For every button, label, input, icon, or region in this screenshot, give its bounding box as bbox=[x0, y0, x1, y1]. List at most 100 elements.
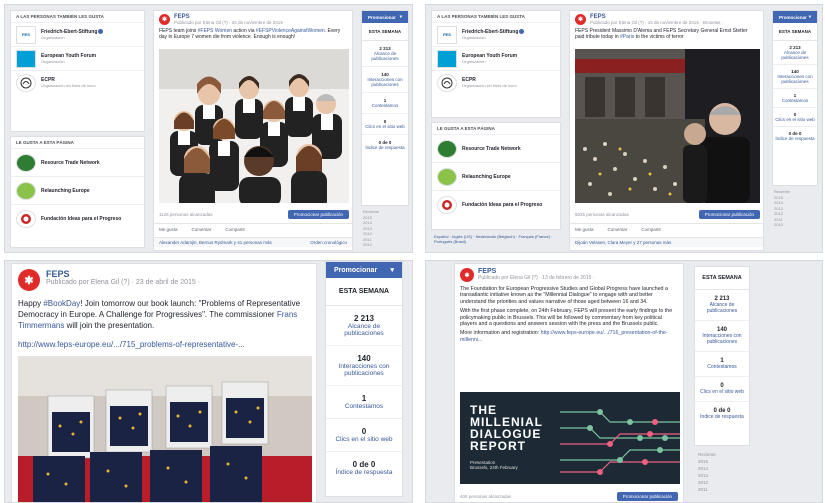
liked-page-item[interactable]: ECPR Organización sin fines de lucro bbox=[11, 70, 144, 94]
timeline-year[interactable]: 2013 bbox=[698, 472, 748, 479]
page-like-item[interactable]: Relaunching Europe bbox=[11, 176, 144, 204]
feps-logo-icon[interactable]: ✱ bbox=[159, 14, 170, 25]
stat-label[interactable]: Clics en el sitio web bbox=[775, 117, 815, 122]
promote-post-button[interactable]: Promocionar publicación bbox=[616, 492, 678, 501]
stat-label[interactable]: Interacciones con publicaciones bbox=[364, 77, 406, 87]
stat-item[interactable]: 0 de 0 Índice de respuesta bbox=[362, 135, 408, 155]
stat-label[interactable]: Índice de respuesta bbox=[775, 136, 815, 141]
stat-label[interactable]: Interacciones con publicaciones bbox=[697, 333, 747, 345]
stat-item[interactable]: 2 213 Alcance de publicaciones bbox=[773, 41, 817, 65]
page-name[interactable]: FEPS bbox=[478, 268, 594, 275]
stat-label[interactable]: Contestamos bbox=[364, 103, 406, 108]
timeline-recent[interactable]: Reciente bbox=[698, 451, 748, 458]
reach-count[interactable]: 1126 personas alcanzadas bbox=[159, 212, 212, 217]
stat-item[interactable]: 0 Clics en el sitio web bbox=[326, 419, 402, 452]
reach-count[interactable]: 406 personas alcanzadas bbox=[460, 494, 511, 499]
timeline-year[interactable]: 2014 bbox=[698, 465, 748, 472]
liked-page-item[interactable]: European Youth Forum Organización bbox=[432, 46, 560, 70]
stat-label[interactable]: Alcance de publicaciones bbox=[364, 51, 406, 61]
comment-button[interactable]: Comentar bbox=[608, 227, 628, 232]
page-name[interactable]: FEPS bbox=[46, 269, 200, 279]
stat-label[interactable]: Alcance de publicaciones bbox=[329, 323, 399, 337]
timeline-year[interactable]: 2015 bbox=[698, 458, 748, 465]
timeline-year[interactable]: 2012 bbox=[698, 479, 748, 486]
stat-label[interactable]: Contestamos bbox=[329, 403, 399, 410]
stat-label[interactable]: Alcance de publicaciones bbox=[775, 50, 815, 60]
reach-count[interactable]: 5025 personas alcanzadas bbox=[575, 212, 629, 217]
hashtag-link[interactable]: #Paris bbox=[620, 34, 634, 40]
stat-item[interactable]: 0 Clics en el sitio web bbox=[362, 114, 408, 135]
page-like-item[interactable]: Fundación Ideas para el Progreso bbox=[11, 204, 144, 232]
timeline-year[interactable]: 2010 bbox=[774, 222, 818, 228]
stat-item[interactable]: 0 Clics en el sitio web bbox=[773, 108, 817, 127]
stat-item[interactable]: 2 213 Alcance de publicaciones bbox=[695, 290, 749, 321]
stat-label[interactable]: Índice de respuesta bbox=[329, 469, 399, 476]
promote-page-button[interactable]: Promocionar ▾ bbox=[773, 11, 817, 23]
stat-label[interactable]: Clics en el sitio web bbox=[697, 389, 747, 395]
books-photo[interactable] bbox=[18, 356, 312, 502]
promote-page-button[interactable]: Promocionar ▾ bbox=[362, 11, 408, 23]
comment-button[interactable]: Comentar bbox=[192, 227, 212, 232]
liked-page-item[interactable]: FES Friedrich-Ebert-Stiftung Organizació… bbox=[432, 22, 560, 46]
language-links[interactable]: Español · Inglés (US) · Nederlands (Belg… bbox=[434, 234, 562, 244]
feps-logo-icon[interactable]: ✱ bbox=[460, 268, 474, 282]
comment-order-dropdown[interactable]: Orden cronológico bbox=[310, 240, 347, 245]
stat-label[interactable]: Interacciones con publicaciones bbox=[775, 74, 815, 84]
hashtag-link[interactable]: #BookDay bbox=[43, 299, 80, 308]
like-button[interactable]: Me gusta bbox=[575, 227, 594, 232]
paris-tribute-photo[interactable] bbox=[575, 49, 760, 203]
page-like-item[interactable]: Fundación Ideas para el Progreso bbox=[432, 190, 560, 218]
stat-item[interactable]: 140 Interacciones con publicaciones bbox=[773, 65, 817, 89]
stat-item[interactable]: 1 Contestamos bbox=[362, 93, 408, 114]
reactions-summary[interactable]: Alexander Adamjin, Bernus Rydmark y 41 p… bbox=[159, 240, 272, 245]
stat-item[interactable]: 0 de 0 Índice de respuesta bbox=[326, 452, 402, 484]
stat-item[interactable]: 0 de 0 Índice de respuesta bbox=[695, 402, 749, 426]
stat-item[interactable]: 140 Interacciones con publicaciones bbox=[362, 67, 408, 93]
stat-item[interactable]: 1 Contestamos bbox=[695, 352, 749, 377]
reactions-summary[interactable]: Dijoán Velasen, Clara Meyer y 27 persona… bbox=[575, 240, 671, 245]
page-like-item[interactable]: Resource Trade Network bbox=[432, 134, 560, 162]
page-like-name[interactable]: Relaunching Europe bbox=[41, 188, 90, 194]
page-like-name[interactable]: Fundación Ideas para el Progreso bbox=[462, 202, 542, 208]
share-button[interactable]: Compartir bbox=[641, 227, 661, 232]
stat-item[interactable]: 2 213 Alcance de publicaciones bbox=[362, 41, 408, 67]
share-button[interactable]: Compartir bbox=[225, 227, 245, 232]
page-like-name[interactable]: Fundación Ideas para el Progreso bbox=[41, 216, 121, 222]
stat-label[interactable]: Alcance de publicaciones bbox=[697, 302, 747, 314]
stat-item[interactable]: 1 Contestamos bbox=[326, 386, 402, 419]
stat-label[interactable]: Contestamos bbox=[775, 98, 815, 103]
page-like-name[interactable]: Resource Trade Network bbox=[41, 160, 100, 166]
liked-page-item[interactable]: European Youth Forum Organización bbox=[11, 46, 144, 70]
liked-page-item[interactable]: FES Friedrich-Ebert-Stiftung Organizació… bbox=[11, 22, 144, 46]
feps-logo-icon[interactable]: ✱ bbox=[575, 14, 586, 25]
feps-logo-icon[interactable]: ✱ bbox=[18, 269, 40, 291]
liked-page-item[interactable]: ECPR Organización sin fines de lucro bbox=[432, 70, 560, 94]
stat-label[interactable]: Clics en el sitio web bbox=[364, 124, 406, 129]
liked-page-category: Organización sin fines de lucro bbox=[41, 83, 96, 88]
promote-post-button[interactable]: Promocionar publicación bbox=[287, 210, 349, 219]
page-like-item[interactable]: Resource Trade Network bbox=[11, 148, 144, 176]
page-like-item[interactable]: Relaunching Europe bbox=[432, 162, 560, 190]
stat-item[interactable]: 2 213 Alcance de publicaciones bbox=[326, 306, 402, 346]
stat-label[interactable]: Clics en el sitio web bbox=[329, 436, 399, 443]
page-like-name[interactable]: Relaunching Europe bbox=[462, 174, 511, 180]
promote-page-button[interactable]: Promocionar ▾ bbox=[326, 262, 402, 278]
stat-item[interactable]: 1 Contestamos bbox=[773, 89, 817, 108]
group-selfie-photo[interactable] bbox=[159, 49, 349, 203]
article-link[interactable]: http://www.feps-europe.eu/.../715_proble… bbox=[18, 340, 245, 349]
stat-item[interactable]: 0 de 0 Índice de respuesta bbox=[773, 127, 817, 145]
stat-item[interactable]: 0 Clics en el sitio web bbox=[695, 377, 749, 402]
stat-label[interactable]: Índice de respuesta bbox=[697, 414, 747, 420]
stat-label[interactable]: Contestamos bbox=[697, 364, 747, 370]
post-meta: Publicado por Elena Gil (?) · 15 de novi… bbox=[590, 20, 724, 25]
timeline-year[interactable]: 2011 bbox=[698, 486, 748, 493]
page-like-name[interactable]: Resource Trade Network bbox=[462, 146, 521, 152]
promote-post-button[interactable]: Promocionar publicación bbox=[698, 210, 760, 219]
stat-item[interactable]: 140 Interacciones con publicaciones bbox=[695, 321, 749, 352]
timeline-year[interactable]: 2010 bbox=[363, 242, 409, 248]
like-button[interactable]: Me gusta bbox=[159, 227, 178, 232]
report-cover-image[interactable]: THE MILLENIAL DIALOGUE REPORT Presentati… bbox=[460, 392, 680, 484]
stat-label[interactable]: Interacciones con publicaciones bbox=[329, 363, 399, 377]
stat-item[interactable]: 140 Interacciones con publicaciones bbox=[326, 346, 402, 386]
stat-label[interactable]: Índice de respuesta bbox=[364, 145, 406, 150]
